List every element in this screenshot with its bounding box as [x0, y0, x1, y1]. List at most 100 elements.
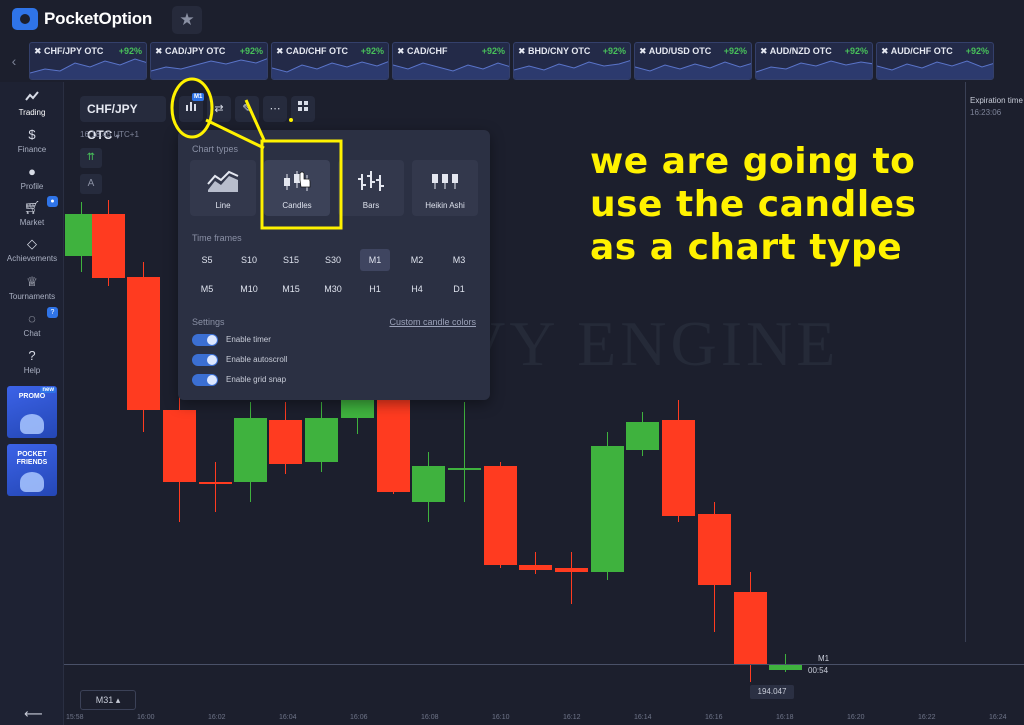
time-tick-label: 16:24 — [989, 714, 1007, 721]
asset-card[interactable]: ✖ AUD/NZD OTC +92% — [755, 42, 873, 80]
annotation-text: we are going to use the candles as a cha… — [590, 140, 970, 269]
asset-card[interactable]: ✖ CAD/JPY OTC +92% — [150, 42, 268, 80]
chart-type-line[interactable]: Line — [190, 160, 256, 216]
sidebar-item-chat[interactable]: ◌ ? Chat — [0, 307, 64, 343]
sidebar-item-tournaments[interactable]: ♕ Tournaments — [0, 270, 64, 306]
dollar-icon: $ — [28, 127, 36, 142]
promo-label: PROMO — [18, 393, 46, 400]
timeframe-s5[interactable]: S5 — [192, 249, 222, 271]
back-arrow-icon[interactable]: ⟵ — [24, 706, 43, 722]
promo-banner[interactable]: new PROMO — [7, 386, 57, 438]
chart-types-title: Chart types — [192, 144, 239, 154]
time-frames-title: Time frames — [192, 233, 242, 243]
sparkline — [877, 60, 993, 79]
timeframe-s30[interactable]: S30 — [318, 249, 348, 271]
enable-autoscroll-toggle[interactable] — [192, 354, 218, 366]
sparkline — [514, 60, 630, 79]
timeframe-m15[interactable]: M15 — [276, 278, 306, 300]
timeframe-m2[interactable]: M2 — [402, 249, 432, 271]
layout-grid-button[interactable] — [291, 96, 315, 122]
asset-card[interactable]: ✖ BHD/CNY OTC +92% — [513, 42, 631, 80]
server-time: 16:18:45 UTC+1 — [80, 130, 139, 139]
logo[interactable]: PocketOption — [12, 8, 152, 30]
candle-up — [448, 468, 481, 470]
chart-type-label: Candles — [282, 201, 312, 210]
asset-card[interactable]: ✖ CAD/CHF +92% — [392, 42, 510, 80]
chart-type-heikin-ashi[interactable]: Heikin Ashi — [412, 160, 478, 216]
candle-down — [519, 565, 552, 570]
megaphone-icon — [20, 414, 44, 434]
custom-candle-colors-link[interactable]: Custom candle colors — [389, 317, 476, 327]
chart-type-label: Heikin Ashi — [425, 201, 465, 210]
timeframe-h4[interactable]: H4 — [402, 278, 432, 300]
asset-card[interactable]: ✖ CHF/JPY OTC +92% — [29, 42, 147, 80]
timeframe-h1[interactable]: H1 — [360, 278, 390, 300]
sidebar-item-label: Help — [23, 366, 41, 375]
chevron-up-icon: ▴ — [115, 695, 121, 705]
candle-up — [341, 400, 374, 418]
timeframe-m3[interactable]: M3 — [444, 249, 474, 271]
timeframe-s10[interactable]: S10 — [234, 249, 264, 271]
time-tick-label: 16:00 — [137, 714, 155, 721]
sidebar-item-label: Profile — [20, 182, 44, 191]
asset-card[interactable]: ✖ AUD/CHF OTC +92% — [876, 42, 994, 80]
sidebar-item-help[interactable]: ? Help — [0, 344, 64, 380]
enable-grid-snap-label: Enable grid snap — [226, 375, 287, 384]
chevron-left-icon[interactable]: ‹ — [0, 40, 28, 82]
annotation-line: use the candles — [590, 184, 917, 225]
timeframe-m30[interactable]: M30 — [318, 278, 348, 300]
text-tool-button[interactable]: A — [80, 174, 102, 194]
asset-selector[interactable]: CHF/JPY OTC ▾ — [80, 96, 166, 142]
chart-type-candles[interactable]: Candles — [264, 160, 330, 216]
zoom-selector[interactable]: M31 ▴ — [80, 690, 136, 710]
sidebar-item-market[interactable]: 🛒︎ ● Market — [0, 196, 64, 232]
chart-type-label: Line — [215, 201, 231, 210]
sidebar-item-achievements[interactable]: ◇ Achievements — [0, 232, 64, 268]
time-tick-label: 16:06 — [350, 714, 368, 721]
more-button[interactable]: ⋯ — [263, 96, 287, 122]
time-tick-label: 15:58 — [66, 714, 84, 721]
timeframe-d1[interactable]: D1 — [444, 278, 474, 300]
candle-timer: 00:54 — [808, 666, 829, 675]
asset-card[interactable]: ✖ CAD/CHF OTC +92% — [271, 42, 389, 80]
favorite-star-button[interactable]: ★ — [172, 6, 202, 34]
timeframe-s15[interactable]: S15 — [276, 249, 306, 271]
current-price-tag: 194.047 — [750, 685, 794, 699]
timeframe-m5[interactable]: M5 — [192, 278, 222, 300]
chart-type-label: Bars — [362, 201, 380, 210]
friends-icon — [20, 472, 44, 492]
settings-title: Settings — [192, 317, 225, 327]
timeframe-m1[interactable]: M1 — [360, 249, 390, 271]
signal-tool-button[interactable]: ⇈ — [80, 148, 102, 168]
sidebar-item-label: Tournaments — [8, 292, 56, 301]
candle-down — [92, 214, 125, 278]
sparkline — [393, 62, 509, 79]
sidebar-item-trading[interactable]: Trading — [0, 86, 64, 122]
sidebar-item-label: Finance — [17, 145, 47, 154]
sidebar-item-finance[interactable]: $ Finance — [0, 123, 64, 159]
sidebar-item-profile[interactable]: ● Profile — [0, 160, 64, 196]
time-tick-label: 16:20 — [847, 714, 865, 721]
line-chart-icon — [207, 170, 239, 192]
enable-timer-toggle[interactable] — [192, 334, 218, 346]
time-tick-label: 16:08 — [421, 714, 439, 721]
drawing-tools-button[interactable]: ✎ — [235, 96, 259, 122]
annotation-line: we are going to — [590, 141, 916, 182]
sidebar-item-label: Chat — [23, 329, 41, 338]
time-tick-label: 16:18 — [776, 714, 794, 721]
enable-grid-snap-toggle[interactable] — [192, 374, 218, 386]
sidebar: Trading $ Finance ● Profile 🛒︎ ● Market … — [0, 82, 64, 725]
trophy-icon: ♕ — [26, 274, 38, 289]
pocket-friends-banner[interactable]: POCKET FRIENDS — [7, 444, 57, 496]
diamond-icon: ◇ — [27, 236, 37, 251]
grid-icon — [298, 101, 308, 111]
candle-down — [662, 420, 695, 516]
sparkline — [151, 58, 267, 79]
chart-type-bars[interactable]: Bars — [338, 160, 404, 216]
asset-card[interactable]: ✖ AUD/USD OTC +92% — [634, 42, 752, 80]
candle-up — [234, 418, 267, 482]
sparkline — [635, 61, 751, 79]
timeframe-m10[interactable]: M10 — [234, 278, 264, 300]
indicators-button[interactable]: ⇄ — [207, 96, 231, 122]
candle-up — [591, 446, 624, 572]
